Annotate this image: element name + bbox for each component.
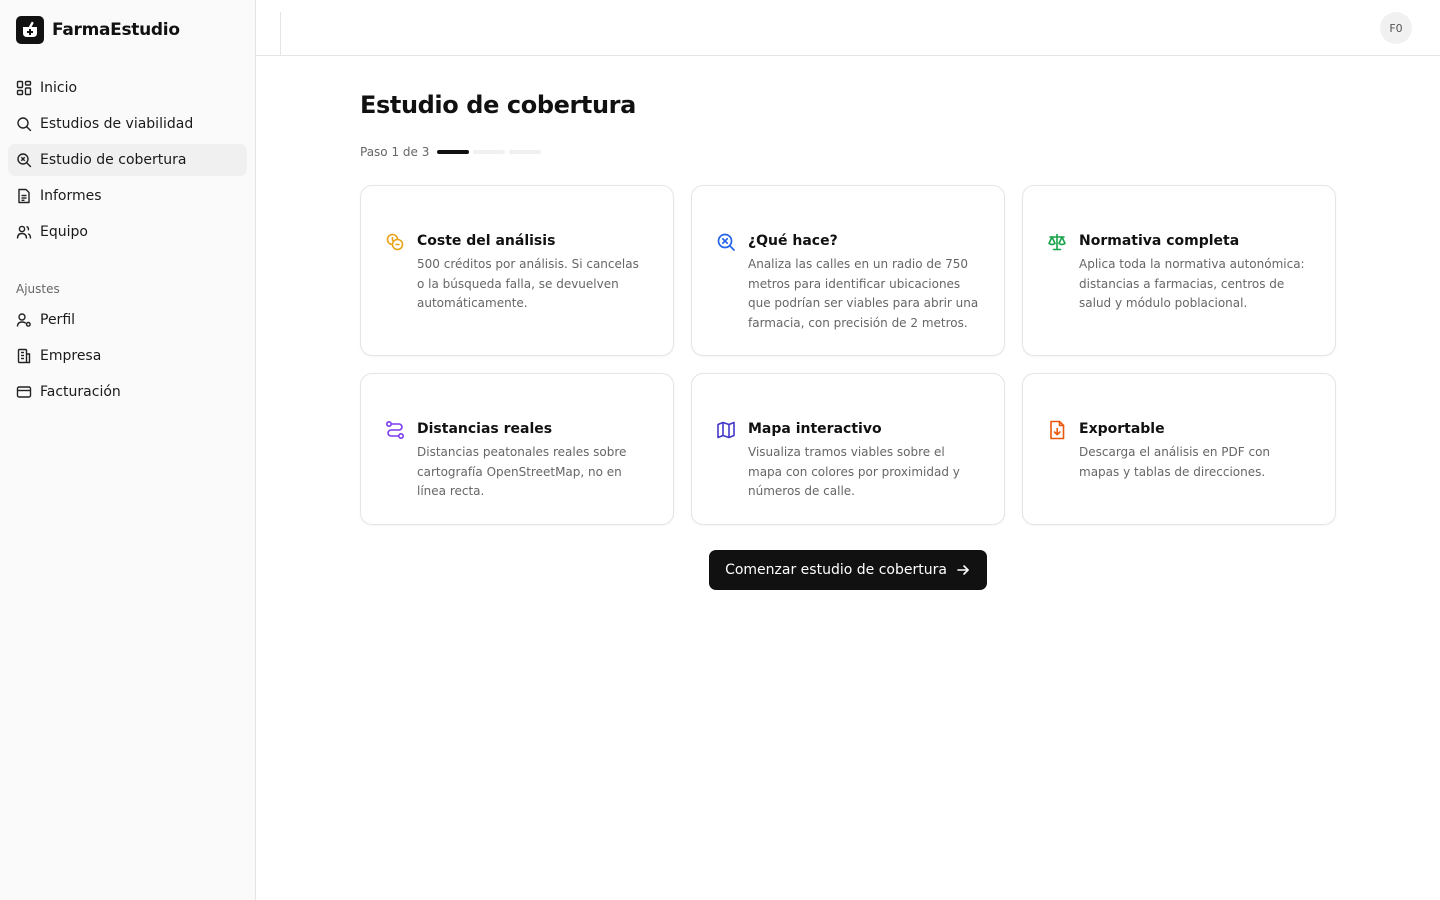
sidebar-item-inicio[interactable]: Inicio <box>8 72 247 104</box>
feature-cards: Coste del análisis 500 créditos por anál… <box>360 185 1336 525</box>
start-coverage-study-button[interactable]: Comenzar estudio de cobertura <box>709 550 987 590</box>
sidebar-item-informes[interactable]: Informes <box>8 180 247 212</box>
document-icon <box>18 188 30 204</box>
sidebar-item-label: Facturación <box>40 384 121 400</box>
sidebar-item-estudio-de-cobertura[interactable]: Estudio de cobertura <box>8 144 247 176</box>
app-name: FarmaEstudio <box>52 20 180 40</box>
topbar-divider <box>280 12 281 55</box>
sidebar-item-label: Informes <box>40 188 102 204</box>
mortar-pestle-logo-icon <box>16 16 44 44</box>
arrow-right-icon <box>957 565 969 575</box>
step-segment-1 <box>437 150 470 154</box>
map-icon <box>717 421 735 439</box>
card-description: 500 créditos por análisis. Si cancelas o… <box>417 257 639 310</box>
feature-card-mapa: Mapa interactivo Visualiza tramos viable… <box>691 373 1005 525</box>
scale-icon <box>1048 234 1066 251</box>
dashboard-icon <box>16 80 32 96</box>
card-description: Analiza las calles en un radio de 750 me… <box>748 257 979 330</box>
brand[interactable]: FarmaEstudio <box>16 16 180 44</box>
users-icon <box>16 225 32 239</box>
card-title: Normativa completa <box>1079 233 1240 249</box>
sidebar-item-label: Estudios de viabilidad <box>40 116 194 132</box>
card-title: Exportable <box>1079 421 1165 437</box>
step-segment-3 <box>509 150 542 154</box>
sidebar-item-empresa[interactable]: Empresa <box>8 340 247 372</box>
stepper-text: Paso 1 de 3 <box>360 145 430 159</box>
coins-icon <box>386 233 404 251</box>
page-title: Estudio de cobertura <box>360 91 636 119</box>
credit-card-icon <box>16 386 32 398</box>
search-x-icon <box>17 153 32 168</box>
sidebar-item-estudios-de-viabilidad[interactable]: Estudios de viabilidad <box>8 108 247 140</box>
sidebar-item-facturacion[interactable]: Facturación <box>8 376 247 408</box>
start-coverage-study-label: Comenzar estudio de cobertura <box>725 562 947 578</box>
sidebar-item-label: Estudio de cobertura <box>40 152 187 168</box>
sidebar-item-label: Perfil <box>40 312 76 328</box>
step-segment-2 <box>473 150 506 154</box>
cta-wrapper: Comenzar estudio de cobertura <box>360 550 1336 590</box>
sidebar-item-equipo[interactable]: Equipo <box>8 216 247 248</box>
sidebar-item-perfil[interactable]: Perfil <box>8 304 247 336</box>
feature-card-normativa: Normativa completa Aplica toda la normat… <box>1022 185 1336 356</box>
stepper: Paso 1 de 3 <box>360 144 1336 160</box>
avatar[interactable]: F0 <box>1380 12 1412 44</box>
user-icon <box>16 313 31 327</box>
sidebar: FarmaEstudio Inicio Estudios de viabilid… <box>0 0 256 900</box>
feature-card-coste: Coste del análisis 500 créditos por anál… <box>360 185 674 356</box>
card-title: Distancias reales <box>417 421 553 437</box>
route-icon <box>385 420 405 440</box>
card-description: Distancias peatonales reales sobre carto… <box>417 445 627 498</box>
file-download-icon <box>1050 420 1065 440</box>
sidebar-item-label: Equipo <box>40 224 88 240</box>
card-title: Mapa interactivo <box>748 421 882 437</box>
main-nav: Inicio Estudios de viabilidad Estudio de… <box>8 72 247 252</box>
settings-nav: Perfil Empresa Facturación <box>8 304 247 412</box>
card-description: Aplica toda la normativa autonómica: dis… <box>1079 257 1305 310</box>
sidebar-item-label: Empresa <box>40 348 102 364</box>
feature-card-distancias: Distancias reales Distancias peatonales … <box>360 373 674 525</box>
feature-card-que-hace: ¿Qué hace? Analiza las calles en un radi… <box>691 185 1005 356</box>
card-title: ¿Qué hace? <box>748 233 838 249</box>
card-title: Coste del análisis <box>417 233 556 249</box>
feature-card-exportable: Exportable Descarga el análisis en PDF c… <box>1022 373 1336 525</box>
card-description: Descarga el análisis en PDF con mapas y … <box>1079 445 1271 479</box>
search-icon <box>17 117 32 132</box>
topbar: F0 <box>256 0 1440 56</box>
main-content: Estudio de cobertura Paso 1 de 3 Coste d… <box>360 88 1336 590</box>
card-description: Visualiza tramos viables sobre el mapa c… <box>748 445 960 498</box>
settings-section-label: Ajustes <box>16 282 60 296</box>
sidebar-item-label: Inicio <box>40 80 78 96</box>
building-icon <box>17 348 31 364</box>
search-x-icon <box>717 233 735 251</box>
